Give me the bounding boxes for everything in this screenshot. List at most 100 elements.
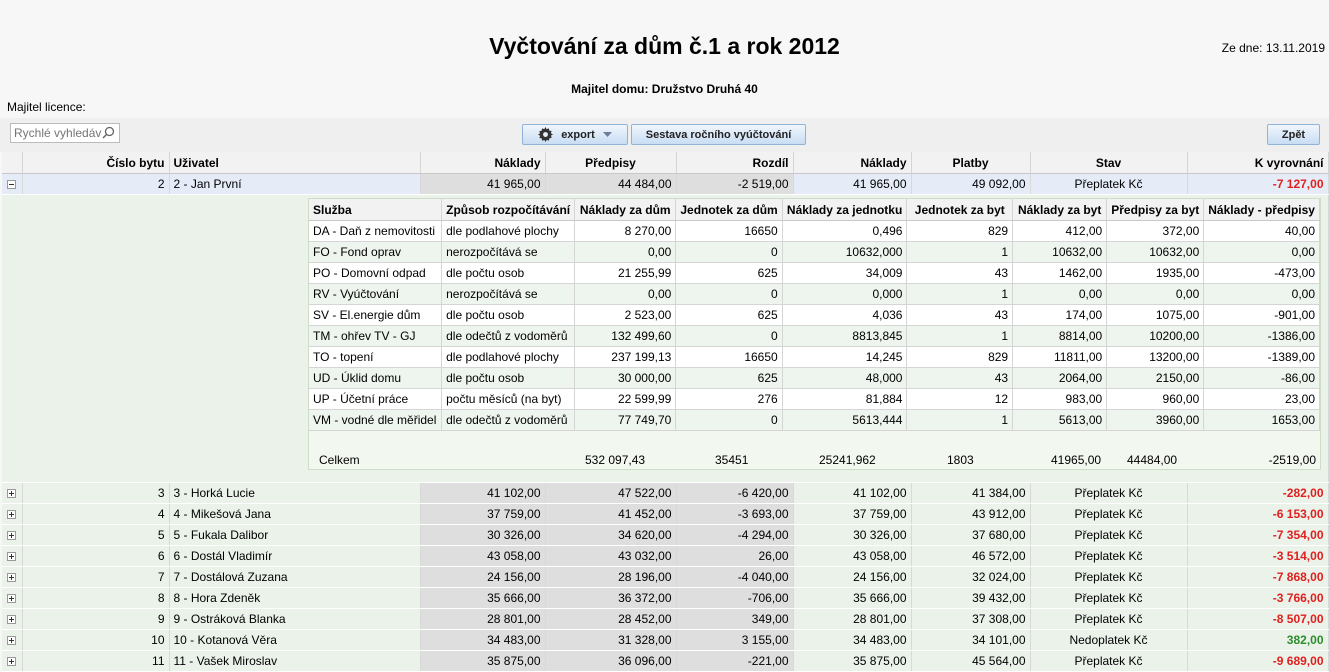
table-row[interactable]: 33 - Horká Lucie 41 102,00 47 522,00 -6 420… bbox=[2, 482, 1329, 504]
expander-cell[interactable] bbox=[2, 482, 23, 504]
balance-cell: -6 153,00 bbox=[1187, 503, 1329, 525]
costs-2-cell: 24 156,00 bbox=[793, 566, 912, 588]
table-row[interactable]: 66 - Dostál Vladimír 43 058,00 43 032,00 26… bbox=[2, 545, 1329, 567]
expander-cell[interactable] bbox=[2, 545, 23, 567]
expander-cell[interactable] bbox=[2, 566, 23, 588]
house-cost-cell: 2 523,00 bbox=[574, 304, 677, 326]
col-flat-prescription[interactable]: Předpisy za byt bbox=[1106, 199, 1205, 221]
house-owner: Majitel domu: Družstvo Druhá 40 bbox=[571, 82, 758, 96]
col-service[interactable]: Služba bbox=[309, 199, 443, 221]
payments-cell: 45 564,00 bbox=[911, 650, 1031, 672]
col-costs[interactable]: Náklady bbox=[420, 152, 546, 174]
balance-value: -282,00 bbox=[1282, 486, 1324, 500]
prescriptions-cell: 44 484,00 bbox=[545, 173, 677, 195]
flat-prescription-cell: 1935,00 bbox=[1106, 262, 1205, 284]
col-payments[interactable]: Platby bbox=[911, 152, 1031, 174]
col-split-method[interactable]: Způsob rozpočítávání bbox=[441, 199, 576, 221]
table-row[interactable]: 99 - Ostráková Blanka 28 801,00 28 452,00 3… bbox=[2, 608, 1329, 630]
expander-cell[interactable] bbox=[2, 650, 23, 672]
col-prescriptions[interactable]: Předpisy bbox=[545, 152, 677, 174]
chevron-down-icon bbox=[602, 131, 612, 137]
table-row[interactable]: 88 - Hora Zdeněk 35 666,00 36 372,00 -706,0… bbox=[2, 587, 1329, 609]
service-cell: TM - ohřev TV - GJ bbox=[309, 325, 443, 347]
col-costs-2[interactable]: Náklady bbox=[793, 152, 912, 174]
cost-minus-prescription-cell: 0,00 bbox=[1203, 283, 1320, 305]
difference-cell: -706,00 bbox=[676, 587, 794, 609]
expand-icon[interactable] bbox=[7, 510, 17, 520]
expander-cell[interactable] bbox=[2, 503, 23, 525]
expand-icon[interactable] bbox=[7, 489, 17, 499]
state-cell: Přeplatek Kč bbox=[1030, 524, 1188, 546]
expander-cell[interactable] bbox=[2, 608, 23, 630]
table-row[interactable]: 55 - Fukala Dalibor 30 326,00 34 620,00 -4 … bbox=[2, 524, 1329, 546]
balance-value: -8 507,00 bbox=[1272, 612, 1324, 626]
col-cost-minus-prescription[interactable]: Náklady - předpisy bbox=[1203, 199, 1320, 221]
collapse-icon[interactable] bbox=[7, 180, 17, 190]
table-row[interactable]: 77 - Dostálová Zuzana 24 156,00 28 196,00-… bbox=[2, 566, 1329, 588]
expander-cell[interactable] bbox=[2, 629, 23, 651]
table-row[interactable]: 10 10 - Kotanová Věra 34 483,00 31 328,00 3 … bbox=[2, 629, 1329, 651]
house-units-cell: 276 bbox=[675, 388, 783, 410]
expand-icon[interactable] bbox=[7, 657, 17, 667]
service-row[interactable]: TO - topení dle podlahové plochy 237 199,1… bbox=[309, 346, 1320, 368]
service-row[interactable]: UP - Účetní práce počtu měsíců (na byt) 22… bbox=[309, 388, 1320, 410]
service-row[interactable]: RV - Vyúčtování nerozpočítává se 0,00 0 0,00… bbox=[309, 283, 1320, 305]
col-state[interactable]: Stav bbox=[1030, 152, 1188, 174]
table-row[interactable]: 22 - Jan První 41 965,00 44 484,00 -2 519,0… bbox=[2, 173, 1329, 195]
expand-icon[interactable] bbox=[7, 531, 17, 541]
unit-cost-cell: 5613,444 bbox=[782, 409, 908, 431]
cost-minus-prescription-cell: -1389,00 bbox=[1203, 346, 1320, 368]
col-unit-cost[interactable]: Náklady za jednotku bbox=[782, 199, 908, 221]
split-method-cell: dle podlahové plochy bbox=[441, 346, 576, 368]
search-input[interactable] bbox=[11, 124, 105, 142]
balance-cell: -7 868,00 bbox=[1187, 566, 1329, 588]
unit-cost-cell: 4,036 bbox=[782, 304, 908, 326]
split-method-cell: dle počtu osob bbox=[441, 367, 576, 389]
service-row[interactable]: UD - Úklid domu dle počtu osob 30 000,00 62… bbox=[309, 367, 1320, 389]
table-row[interactable]: 44 - Mikešová Jana 37 759,00 41 452,00 -3 6… bbox=[2, 503, 1329, 525]
col-balance[interactable]: K vyrovnání bbox=[1187, 152, 1329, 174]
table-row[interactable]: 11 11 - Vašek Miroslav 35 875,00 36 096,00-… bbox=[2, 650, 1329, 672]
service-row[interactable]: VM - vodné dle měřidel dle odečtů z vodom… bbox=[309, 409, 1320, 431]
cost-minus-prescription-cell: -901,00 bbox=[1203, 304, 1320, 326]
col-user[interactable]: Uživatel bbox=[169, 152, 421, 174]
expand-icon[interactable] bbox=[7, 636, 17, 646]
toolbar: export Sestava ročního vyúčtování Zpět bbox=[0, 118, 1329, 152]
service-row[interactable]: DA - Daň z nemovitosti dle podlahové ploc… bbox=[309, 220, 1320, 242]
expand-icon[interactable] bbox=[7, 615, 17, 625]
col-flat-units[interactable]: Jednotek za byt bbox=[906, 199, 1014, 221]
back-button[interactable]: Zpět bbox=[1267, 124, 1320, 145]
expander-cell[interactable] bbox=[2, 524, 23, 546]
expand-icon[interactable] bbox=[7, 594, 17, 604]
cost-minus-prescription-cell: -473,00 bbox=[1203, 262, 1320, 284]
service-row[interactable]: PO - Domovní odpad dle počtu osob 21 255,9… bbox=[309, 262, 1320, 284]
expand-icon[interactable] bbox=[7, 573, 17, 583]
col-difference[interactable]: Rozdíl bbox=[676, 152, 794, 174]
search-icon[interactable] bbox=[102, 126, 115, 139]
col-house-units[interactable]: Jednotek za dům bbox=[675, 199, 783, 221]
service-cell: RV - Vyúčtování bbox=[309, 283, 443, 305]
annual-report-button[interactable]: Sestava ročního vyúčtování bbox=[631, 124, 806, 145]
expander-cell[interactable] bbox=[2, 173, 23, 195]
flat-units-cell: 829 bbox=[906, 220, 1014, 242]
payments-cell: 37 680,00 bbox=[911, 524, 1031, 546]
expand-icon[interactable] bbox=[7, 552, 17, 562]
col-house-cost[interactable]: Náklady za dům bbox=[574, 199, 677, 221]
col-flat-number[interactable]: Číslo bytu bbox=[22, 152, 170, 174]
col-flat-cost[interactable]: Náklady za byt bbox=[1012, 199, 1108, 221]
quick-search[interactable] bbox=[10, 123, 120, 143]
report-date: Ze dne: 13.11.2019 bbox=[1221, 41, 1325, 55]
house-cost-cell: 77 749,70 bbox=[574, 409, 677, 431]
flat-number-cell: 6 bbox=[22, 545, 170, 567]
state-cell: Přeplatek Kč bbox=[1030, 587, 1188, 609]
service-row[interactable]: TM - ohřev TV - GJ dle odečtů z vodoměrů 1… bbox=[309, 325, 1320, 347]
service-cell: TO - topení bbox=[309, 346, 443, 368]
house-cost-cell: 0,00 bbox=[574, 283, 677, 305]
service-row[interactable]: SV - El.energie dům dle počtu osob 2 523,0… bbox=[309, 304, 1320, 326]
export-button[interactable]: export bbox=[522, 124, 628, 145]
billing-grid: Číslo bytu Uživatel Náklady Předpisy Roz… bbox=[2, 152, 1329, 672]
service-row[interactable]: FO - Fond oprav nerozpočítává se 0,00 0 1063… bbox=[309, 241, 1320, 263]
difference-cell: 3 155,00 bbox=[676, 629, 794, 651]
expander-cell[interactable] bbox=[2, 587, 23, 609]
difference-cell: -2 519,00 bbox=[676, 173, 794, 195]
